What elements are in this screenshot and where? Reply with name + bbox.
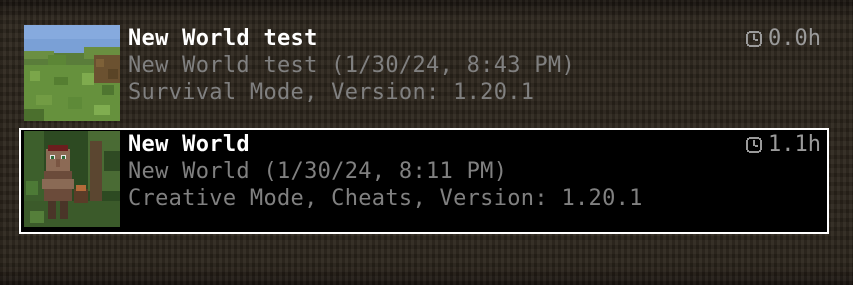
clock-icon [746,30,763,47]
playtime-indicator: 0.0h [745,25,821,52]
world-info: New World New World (1/30/24, 8:11 PM) C… [128,128,827,212]
playtime-value: 1.1h [768,132,821,157]
world-title: New World [128,132,250,157]
world-entry-selected[interactable]: New World New World (1/30/24, 8:11 PM) C… [19,128,829,234]
world-thumbnail [24,131,120,227]
playtime-value: 0.0h [768,26,821,51]
world-thumbnail [24,25,120,121]
clock-icon [746,136,763,153]
playtime-indicator: 1.1h [745,131,821,158]
world-list: New World test New World test (1/30/24, … [19,22,829,234]
world-subtitle: New World test (1/30/24, 8:43 PM) [128,53,575,78]
world-title: New World test [128,26,318,51]
world-details: Survival Mode, Version: 1.20.1 [128,80,535,105]
world-subtitle: New World (1/30/24, 8:11 PM) [128,159,508,184]
world-info: New World test New World test (1/30/24, … [128,22,829,106]
world-details: Creative Mode, Cheats, Version: 1.20.1 [128,186,643,211]
world-entry[interactable]: New World test New World test (1/30/24, … [19,22,829,128]
